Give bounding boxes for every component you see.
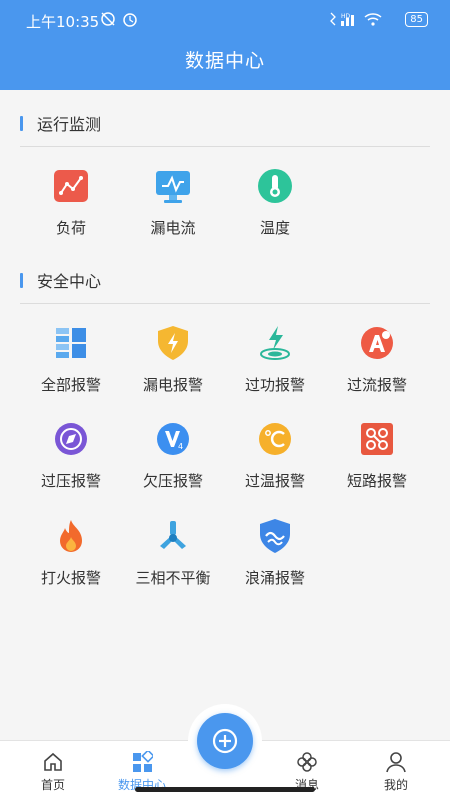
grid-icon [56, 328, 86, 358]
item-undervoltage-alarm[interactable]: 4 欠压报警 [122, 420, 224, 491]
item-load[interactable]: 负荷 [20, 167, 122, 238]
user-icon [386, 752, 406, 773]
item-label: 漏电报警 [142, 376, 203, 394]
svg-text:HD: HD [341, 13, 351, 20]
item-short-circuit-alarm[interactable]: 短路报警 [326, 420, 428, 491]
item-label: 浪涌报警 [244, 569, 305, 587]
page-title: 数据中心 [184, 50, 265, 72]
item-surge-alarm[interactable]: 浪涌报警 [224, 517, 326, 588]
signal-wifi-icon: HD [330, 12, 382, 26]
item-label: 短路报警 [346, 472, 407, 490]
item-label: 温度 [259, 219, 290, 237]
tab-label: 首页 [40, 778, 65, 792]
battery-indicator: 85 [405, 11, 428, 27]
divider [20, 146, 430, 147]
item-label: 欠压报警 [142, 472, 203, 490]
thermometer-icon [258, 169, 292, 203]
celsius-icon [259, 423, 291, 455]
status-right: HD 85 [327, 11, 428, 27]
svg-text:4: 4 [178, 442, 183, 451]
tab-label: 我的 [383, 778, 408, 792]
section-title: 运行监测 [37, 115, 102, 134]
three-phase-icon [160, 521, 186, 549]
status-time: 上午10:35 [26, 13, 100, 31]
item-overcurrent-alarm[interactable]: 过流报警 [326, 324, 428, 395]
section-title: 安全中心 [37, 272, 102, 291]
item-label: 漏电流 [150, 219, 196, 237]
item-label: 负荷 [55, 219, 86, 237]
item-label: 三相不平衡 [135, 569, 211, 587]
divider [20, 303, 430, 304]
section-monitoring-header: 运行监测 [20, 110, 101, 136]
item-label: 过压报警 [40, 472, 101, 490]
item-all-alarms[interactable]: 全部报警 [20, 324, 122, 395]
tab-home[interactable]: 首页 [13, 741, 93, 800]
item-label: 打火报警 [40, 569, 101, 587]
home-icon [44, 752, 62, 771]
item-overpower-alarm[interactable]: 过功报警 [224, 324, 326, 395]
item-label: 全部报警 [40, 376, 101, 394]
item-overtemperature-alarm[interactable]: 过温报警 [224, 420, 326, 491]
section-accent-bar [20, 272, 23, 288]
flame-icon [60, 520, 82, 552]
tab-profile[interactable]: 我的 [356, 741, 436, 800]
leakage-monitor-icon [156, 171, 190, 203]
undervoltage-icon: 4 [157, 423, 189, 455]
section-safety-header: 安全中心 [20, 267, 101, 293]
status-notification-icons [100, 11, 144, 31]
shield-lightning-icon [158, 326, 188, 360]
add-button[interactable] [197, 713, 253, 769]
header-bar: 上午10:35 HD 85 数据中心 [0, 0, 450, 90]
item-label: 过功报警 [244, 376, 305, 394]
alarm-icon [101, 12, 137, 27]
item-temperature[interactable]: 温度 [224, 167, 326, 238]
item-arc-fire-alarm[interactable]: 打火报警 [20, 517, 122, 588]
item-label: 过流报警 [346, 376, 407, 394]
compass-icon [55, 423, 87, 455]
item-leakage-alarm[interactable]: 漏电报警 [122, 324, 224, 395]
home-indicator [135, 787, 315, 792]
surge-shield-icon [260, 519, 290, 553]
status-bar: 上午10:35 HD 85 [0, 0, 450, 40]
item-three-phase-alarm[interactable]: 三相不平衡 [122, 517, 224, 588]
power-lightning-icon [260, 326, 290, 360]
clover-icon [297, 752, 317, 772]
short-circuit-icon [361, 423, 393, 455]
section-accent-bar [20, 115, 23, 131]
data-center-icon [133, 751, 153, 772]
load-chart-icon [54, 170, 88, 202]
plus-circle-icon [212, 728, 238, 754]
item-leakage-current[interactable]: 漏电流 [122, 167, 224, 238]
overcurrent-icon [361, 327, 393, 359]
item-label: 过温报警 [244, 472, 305, 490]
item-overvoltage-alarm[interactable]: 过压报警 [20, 420, 122, 491]
